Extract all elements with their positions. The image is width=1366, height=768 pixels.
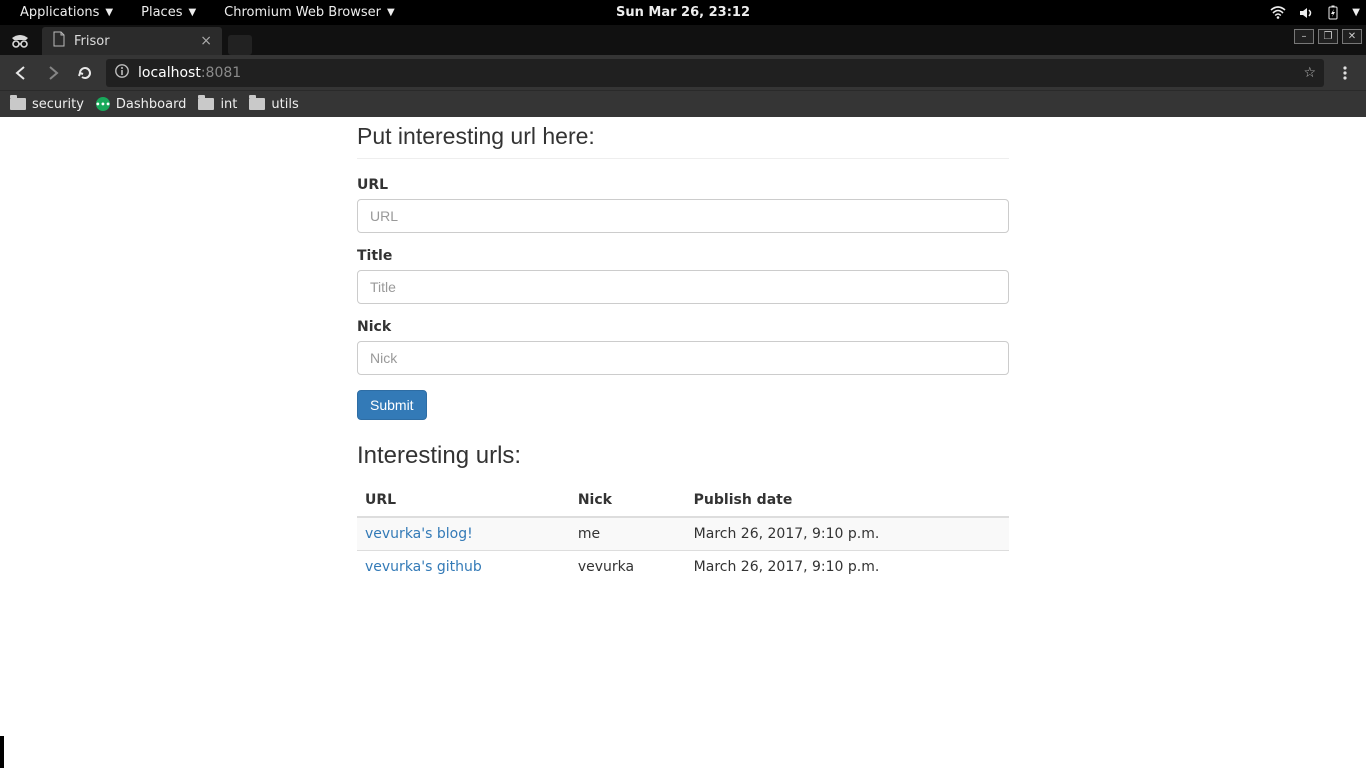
applications-label: Applications	[20, 5, 99, 20]
row-date: March 26, 2017, 9:10 p.m.	[686, 517, 1009, 551]
browser-tabstrip: Frisor × – ❐ ✕	[0, 25, 1366, 55]
form-group-nick: Nick	[357, 319, 1009, 375]
folder-icon	[198, 98, 214, 110]
url-host: localhost	[138, 65, 201, 81]
col-url: URL	[357, 484, 570, 517]
form-heading: Put interesting url here:	[357, 123, 1009, 159]
reload-button[interactable]	[70, 58, 100, 88]
page-viewport: Put interesting url here: URL Title Nick…	[0, 117, 1366, 768]
bookmark-utils[interactable]: utils	[249, 97, 298, 112]
browser-menu-button[interactable]	[1330, 58, 1360, 88]
dashboard-icon: •••	[96, 97, 110, 111]
form-group-title: Title	[357, 248, 1009, 304]
screen-artifact	[0, 736, 4, 768]
caret-down-icon: ▼	[105, 7, 113, 18]
row-nick: vevurka	[570, 551, 686, 584]
applications-menu[interactable]: Applications ▼	[6, 5, 127, 20]
close-tab-icon[interactable]: ×	[200, 33, 212, 49]
bookmark-star-icon[interactable]: ☆	[1303, 65, 1316, 81]
minimize-button[interactable]: –	[1294, 29, 1314, 44]
bookmark-label: Dashboard	[116, 97, 187, 112]
system-clock[interactable]: Sun Mar 26, 23:12	[616, 5, 750, 20]
new-tab-button[interactable]	[228, 35, 252, 55]
active-app-label: Chromium Web Browser	[224, 5, 381, 20]
col-date: Publish date	[686, 484, 1009, 517]
page-icon	[52, 31, 66, 51]
caret-down-icon[interactable]: ▼	[1352, 7, 1360, 18]
system-tray: ▼	[1270, 5, 1360, 21]
title-input[interactable]	[357, 270, 1009, 304]
wifi-icon[interactable]	[1270, 6, 1286, 20]
table-row: vevurka's github vevurka March 26, 2017,…	[357, 551, 1009, 584]
url-input[interactable]	[357, 199, 1009, 233]
places-menu[interactable]: Places ▼	[127, 5, 210, 20]
sysbar-right: ▼	[1270, 5, 1360, 21]
tab-title: Frisor	[74, 34, 110, 49]
address-bar[interactable]: localhost:8081 ☆	[106, 59, 1324, 87]
volume-icon[interactable]	[1298, 6, 1314, 20]
bookmark-label: int	[220, 97, 237, 112]
table-row: vevurka's blog! me March 26, 2017, 9:10 …	[357, 517, 1009, 551]
battery-icon[interactable]	[1326, 5, 1340, 21]
folder-icon	[10, 98, 26, 110]
window-controls: – ❐ ✕	[1294, 29, 1362, 44]
browser-toolbar: localhost:8081 ☆	[0, 55, 1366, 90]
sysbar-left: Applications ▼ Places ▼ Chromium Web Bro…	[6, 5, 409, 20]
browser-tab[interactable]: Frisor ×	[42, 27, 222, 55]
col-nick: Nick	[570, 484, 686, 517]
table-header-row: URL Nick Publish date	[357, 484, 1009, 517]
back-button[interactable]	[6, 58, 36, 88]
bookmarks-bar: security ••• Dashboard int utils	[0, 90, 1366, 117]
urls-table: URL Nick Publish date vevurka's blog! me…	[357, 484, 1009, 583]
form-group-url: URL	[357, 177, 1009, 233]
bookmark-label: utils	[271, 97, 298, 112]
row-nick: me	[570, 517, 686, 551]
bookmark-int[interactable]: int	[198, 97, 237, 112]
title-label: Title	[357, 248, 1009, 264]
nick-input[interactable]	[357, 341, 1009, 375]
url-label: URL	[357, 177, 1009, 193]
bookmark-label: security	[32, 97, 84, 112]
folder-icon	[249, 98, 265, 110]
forward-button[interactable]	[38, 58, 68, 88]
places-label: Places	[141, 5, 182, 20]
close-window-button[interactable]: ✕	[1342, 29, 1362, 44]
main-container: Put interesting url here: URL Title Nick…	[357, 123, 1009, 583]
system-top-bar: Applications ▼ Places ▼ Chromium Web Bro…	[0, 0, 1366, 25]
row-link[interactable]: vevurka's blog!	[365, 526, 473, 542]
incognito-icon	[0, 25, 40, 55]
url-port: :8081	[201, 65, 241, 81]
maximize-button[interactable]: ❐	[1318, 29, 1338, 44]
site-info-icon[interactable]	[114, 63, 130, 83]
row-link[interactable]: vevurka's github	[365, 559, 482, 575]
row-date: March 26, 2017, 9:10 p.m.	[686, 551, 1009, 584]
caret-down-icon: ▼	[387, 7, 395, 18]
bookmark-dashboard[interactable]: ••• Dashboard	[96, 97, 187, 112]
active-app-menu[interactable]: Chromium Web Browser ▼	[210, 5, 409, 20]
nick-label: Nick	[357, 319, 1009, 335]
submit-button[interactable]: Submit	[357, 390, 427, 420]
list-heading: Interesting urls:	[357, 442, 1009, 470]
caret-down-icon: ▼	[188, 7, 196, 18]
bookmark-security[interactable]: security	[10, 97, 84, 112]
